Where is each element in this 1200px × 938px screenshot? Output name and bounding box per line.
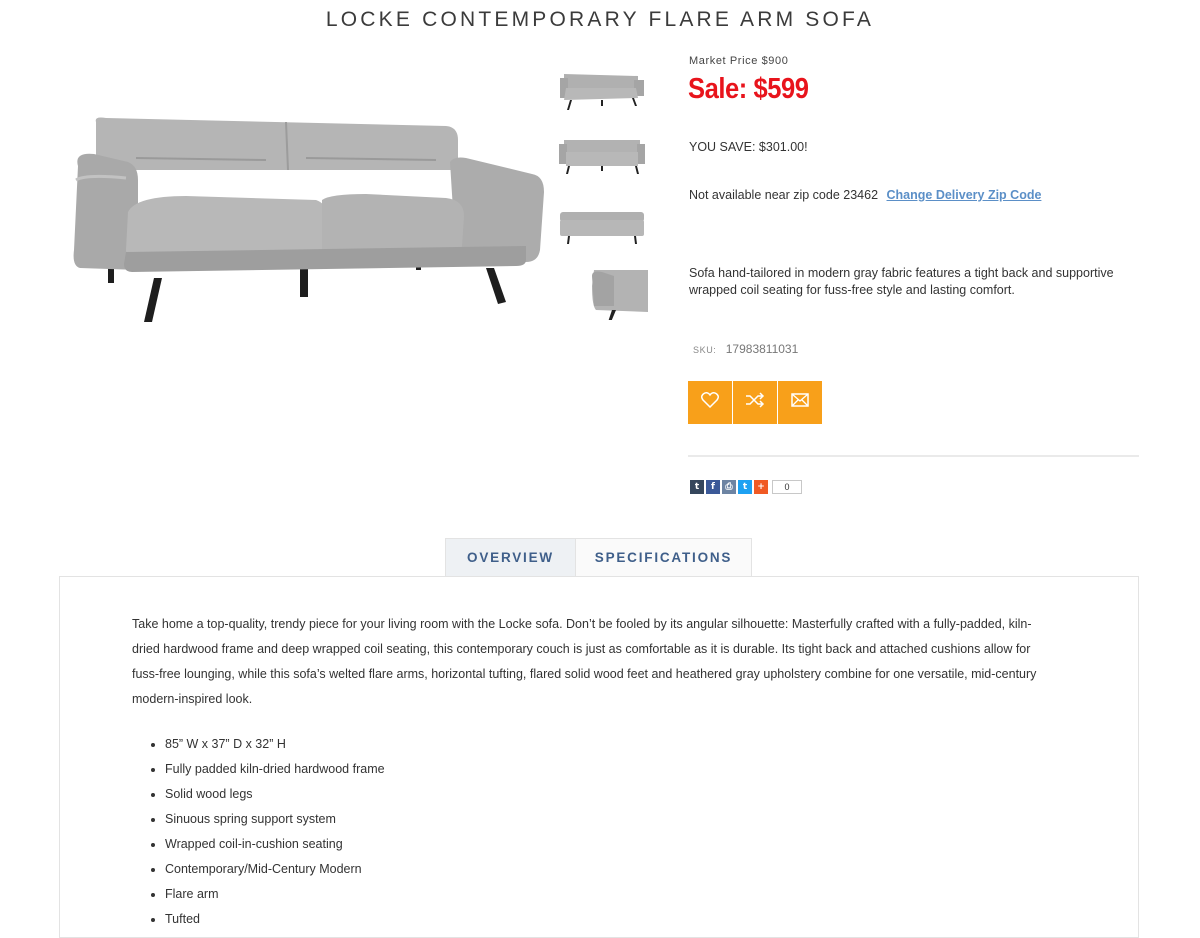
- compare-button[interactable]: [733, 381, 778, 424]
- twitter-icon[interactable]: t: [738, 480, 752, 494]
- list-item: Sinuous spring support system: [165, 807, 385, 832]
- availability-text: Not available near zip code 23462: [689, 188, 879, 202]
- list-item: Flare arm: [165, 882, 385, 907]
- list-item: Fully padded kiln-dried hardwood frame: [165, 757, 385, 782]
- product-thumbnail-front[interactable]: [556, 60, 648, 114]
- delivery-availability: Not available near zip code 23462 Change…: [689, 188, 1041, 202]
- tab-overview[interactable]: OVERVIEW: [445, 538, 576, 576]
- overview-paragraph: Take home a top-quality, trendy piece fo…: [132, 617, 1037, 706]
- sku-label: SKU:: [693, 345, 717, 355]
- facebook-icon[interactable]: f: [706, 480, 720, 494]
- share-count: 0: [772, 480, 802, 494]
- list-item: 85” W x 37” D x 32” H: [165, 732, 385, 757]
- more-share-icon[interactable]: +: [754, 480, 768, 494]
- heart-icon: [700, 392, 720, 413]
- product-thumbnail-detail[interactable]: [556, 266, 648, 322]
- product-tabs: OVERVIEW SPECIFICATIONS: [445, 538, 752, 576]
- print-icon[interactable]: ⎙: [722, 480, 736, 494]
- list-item: Contemporary/Mid-Century Modern: [165, 857, 385, 882]
- shuffle-icon: [745, 392, 765, 413]
- market-price: Market Price $900: [689, 55, 789, 67]
- sale-price: Sale: $599: [688, 73, 809, 105]
- change-zip-link[interactable]: Change Delivery Zip Code: [887, 188, 1042, 202]
- email-button[interactable]: [778, 381, 822, 424]
- envelope-icon: [791, 393, 809, 412]
- list-item: Wrapped coil-in-cushion seating: [165, 832, 385, 857]
- share-bar: t f ⎙ t + 0: [690, 480, 802, 494]
- divider: [688, 455, 1139, 457]
- main-product-image[interactable]: [66, 100, 552, 330]
- action-buttons: [688, 381, 822, 424]
- wishlist-button[interactable]: [688, 381, 733, 424]
- tab-specifications[interactable]: SPECIFICATIONS: [576, 538, 752, 576]
- page-title: LOCKE CONTEMPORARY FLARE ARM SOFA: [325, 8, 875, 31]
- you-save-text: YOU SAVE: $301.00!: [689, 140, 808, 154]
- tumblr-icon[interactable]: t: [690, 480, 704, 494]
- product-thumbnail-side[interactable]: [556, 196, 648, 250]
- sku-row: SKU: 17983811031: [693, 342, 798, 356]
- feature-list: 85” W x 37” D x 32” H Fully padded kiln-…: [134, 732, 385, 932]
- product-thumbnail-straight[interactable]: [556, 128, 648, 182]
- list-item: Tufted: [165, 907, 385, 932]
- sku-value: 17983811031: [725, 342, 799, 356]
- product-description: Sofa hand-tailored in modern gray fabric…: [689, 266, 1114, 297]
- list-item: Solid wood legs: [165, 782, 385, 807]
